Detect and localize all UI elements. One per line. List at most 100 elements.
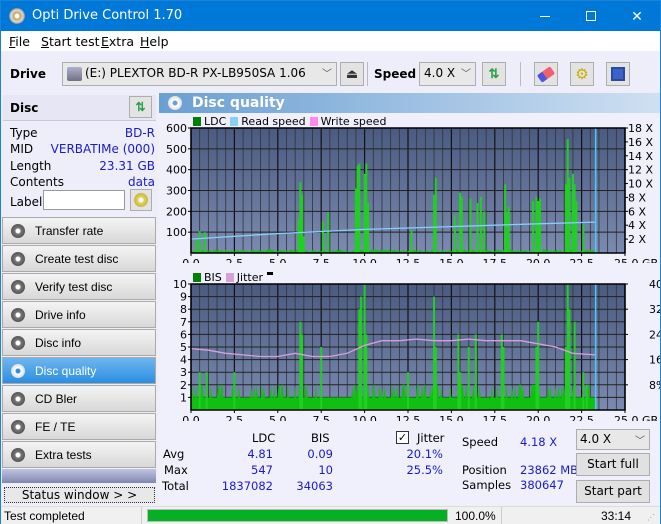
status-window-button[interactable]: Status window > > [4, 487, 155, 503]
disc-refresh-button[interactable]: ⇅ [129, 96, 152, 118]
menu-start-test[interactable]: Start test [41, 34, 100, 49]
y-tick-label: 7 [180, 316, 187, 329]
nav-transfer-rate[interactable]: Transfer rate [2, 217, 156, 244]
stats-col-ldc: LDC [252, 431, 276, 445]
eject-button[interactable]: ⏏ [340, 62, 364, 86]
maximize-button[interactable] [568, 1, 614, 31]
disc-icon [134, 193, 148, 207]
legend-marker [267, 272, 273, 275]
save-button[interactable] [606, 62, 630, 86]
ldc-bar [504, 184, 507, 253]
y-tick-label: 1 [180, 391, 187, 404]
ldc-bar [575, 200, 578, 253]
ldc-bar [566, 139, 569, 253]
ldc-bar [410, 230, 413, 253]
bis-bar [205, 372, 208, 410]
status-bar: Test completed 100.0% 33:14 ⋰ [1, 506, 660, 524]
menu-file-label: ile [15, 34, 30, 49]
menu-help[interactable]: Help [140, 34, 169, 49]
nav-label: FE / TE [35, 419, 76, 434]
bis-bar [433, 296, 436, 410]
x-tick-label: 12.5 [396, 414, 421, 421]
x-tick-label: 17.5 [483, 257, 508, 263]
speed-select[interactable]: 4.0 X ﹀ [419, 62, 476, 86]
ldc-bar [356, 165, 359, 253]
ldc-bar [203, 232, 206, 253]
y-tick-label: 400 [166, 164, 187, 177]
test-speed-select[interactable]: 4.0 X ﹀ [576, 429, 650, 450]
x-tick-label: 10.0 [352, 257, 377, 263]
y-tick-label: 8 [180, 303, 187, 316]
nav-drive-info[interactable]: Drive info [2, 301, 156, 328]
status-divider [501, 507, 502, 524]
ldc-bar [195, 240, 198, 253]
y-tick-label: 200 [166, 205, 187, 218]
ldc-bar [483, 211, 486, 253]
start-part-button[interactable]: Start part [576, 480, 650, 503]
drive-select[interactable]: (E:) PLEXTOR BD-R PX-LB950SA 1.06 ﹀ [62, 62, 337, 86]
y2-tick-label: 32% [649, 303, 660, 316]
ldc-bar [479, 196, 482, 253]
disc-label-button[interactable] [130, 189, 152, 211]
close-icon: ✕ [631, 7, 643, 24]
nav-disc-quality[interactable]: Disc quality [2, 357, 156, 384]
ldc-bar [573, 184, 576, 253]
x-tick-label: 5.0 [269, 257, 287, 263]
nav-verify-test-disc[interactable]: Verify test disc [2, 273, 156, 300]
stats-total-bis: 34063 [296, 479, 333, 493]
test-speed-value: 4.0 X [580, 432, 612, 446]
bis-chart: 0.0 2.5 5.0 7.5 10.0 12.5 15.0 17.5 20.0 22.5 25.0… [173, 279, 660, 421]
disc-label-input[interactable] [43, 190, 125, 210]
verify-test-disc-icon [11, 279, 25, 294]
y-tick-label: 4 [180, 354, 187, 367]
menu-extra[interactable]: Extra [101, 34, 134, 49]
settings-button[interactable]: ⚙ [570, 62, 594, 86]
disc-quality-icon [168, 96, 182, 110]
start-full-button[interactable]: Start full [576, 453, 650, 476]
y2-tick-label: 16 X [628, 136, 653, 149]
y-tick-label: 300 [166, 185, 187, 198]
ldc-bar [363, 173, 366, 253]
nav-fe-te[interactable]: FE / TE [2, 413, 156, 440]
disc-type-value: BD-R [124, 126, 155, 140]
bis-bar [299, 321, 302, 410]
ldc-bar [365, 163, 368, 253]
menu-file[interactable]: File [9, 34, 30, 49]
y2-tick-label: 10 X [628, 178, 653, 191]
ldc-bar [327, 212, 330, 253]
y-tick-label: 100 [166, 226, 187, 239]
drive-icon [67, 67, 82, 81]
disc-quality-panel: Disc quality LDC Read speed Write speed … [159, 93, 660, 505]
app-window: Opti Drive Control 1.70 ✕ File Start tes… [0, 0, 661, 524]
jitter-checkbox[interactable]: ✓ [396, 431, 409, 444]
y2-tick-label: 18 X [628, 123, 653, 135]
y2-tick-label: 14 X [628, 150, 653, 163]
bis-bar [198, 372, 201, 410]
y-tick-label: 600 [166, 123, 187, 135]
maximize-icon [586, 11, 596, 21]
erase-button[interactable] [534, 62, 558, 86]
refresh-arrows-icon: ⇅ [135, 100, 146, 114]
nav-create-test-disc[interactable]: Create test disc [2, 245, 156, 272]
status-divider [141, 507, 142, 524]
refresh-button[interactable]: ⇅ [482, 62, 506, 86]
disc-contents-key: Contents [10, 175, 64, 189]
close-button[interactable]: ✕ [614, 1, 660, 31]
create-test-disc-icon [11, 251, 25, 266]
nav-disc-info[interactable]: Disc info [2, 329, 156, 356]
x-tick-label: 22.5 [569, 257, 594, 263]
nav-extra-tests[interactable]: Extra tests [2, 441, 156, 468]
y2-tick-label: 4 X [628, 219, 646, 232]
x-tick-label: 7.5 [312, 257, 330, 263]
drive-label: Drive [10, 67, 46, 81]
bis-bar [363, 284, 366, 410]
ldc-bar [568, 178, 571, 253]
minimize-button[interactable] [522, 1, 568, 31]
nav-label: Drive info [35, 307, 86, 322]
nav-cd-bler[interactable]: CD Bler [2, 385, 156, 412]
menu-bar: File Start test Extra Help [1, 31, 660, 51]
resize-grip-icon[interactable]: ⋰ [647, 513, 655, 522]
x-tick-label: 2.5 [226, 414, 244, 421]
stats-max-ldc: 547 [251, 463, 273, 477]
x-tick-label: 20.0 [526, 257, 551, 263]
